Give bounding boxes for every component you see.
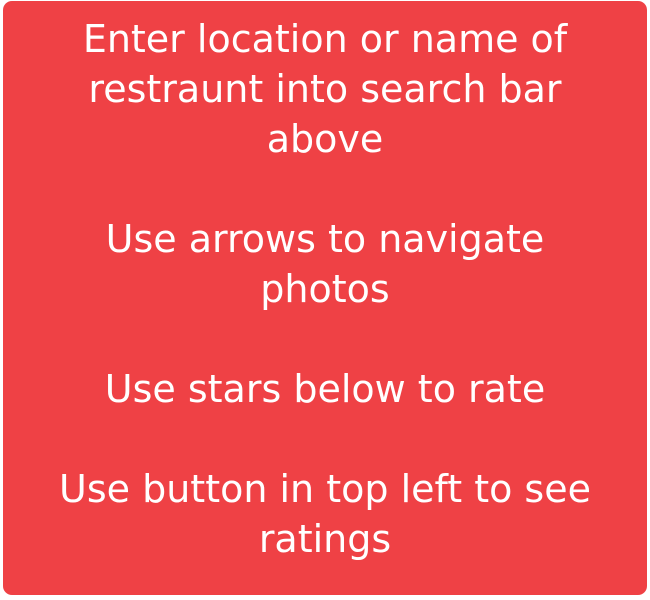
instruction-search-line-3: above [266,117,384,161]
instructions-panel: Enter location or name of restraunt into… [3,1,647,595]
instruction-search-line-2: restraunt into search bar [88,67,562,111]
instruction-ratings-line-2: ratings [258,517,392,561]
instruction-navigate-line-2: photos [260,267,390,311]
instruction-ratings-line-1: Use button in top left to see [59,467,591,511]
instruction-search-line-1: Enter location or name of [82,17,568,61]
instruction-navigate-line-1: Use arrows to navigate [105,217,545,261]
instruction-rate-line-1: Use stars below to rate [104,367,546,411]
